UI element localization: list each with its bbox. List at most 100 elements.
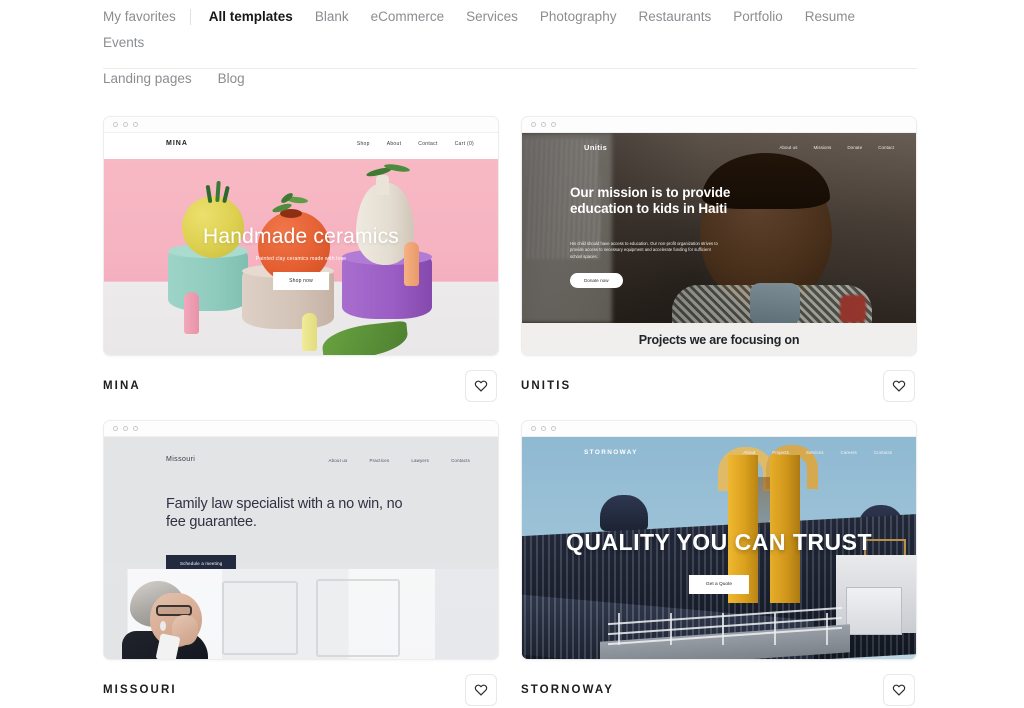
unitis-nav-contact: Contact xyxy=(878,145,894,150)
window-dots xyxy=(113,426,138,431)
tab-blog[interactable]: Blog xyxy=(218,66,245,92)
browser-chrome-bar xyxy=(522,117,916,133)
photo-white-building-detail xyxy=(846,587,902,635)
tab-blank[interactable]: Blank xyxy=(315,4,349,30)
tab-photography[interactable]: Photography xyxy=(540,4,617,30)
ceramic-lemon-stick xyxy=(302,313,317,351)
unitis-headline: Our mission is to provide education to k… xyxy=(570,185,731,216)
unitis-donate-button: Donate now xyxy=(570,273,623,288)
heart-outline-icon xyxy=(892,684,906,696)
window-dot-icon xyxy=(123,426,128,431)
mina-nav-about: About xyxy=(386,141,402,147)
category-tabs-row-2: Landing pages Blog xyxy=(103,66,917,92)
missouri-nav-about: About us xyxy=(328,458,348,463)
favorite-button-mina[interactable] xyxy=(465,370,497,402)
missouri-nav-links: About us Practices Lawyers Contacts xyxy=(329,458,470,463)
window-dot-icon xyxy=(133,426,138,431)
heart-outline-icon xyxy=(474,380,488,392)
tab-portfolio[interactable]: Portfolio xyxy=(733,4,783,30)
unitis-site-preview: Unitis About us Missions Donate Contact … xyxy=(522,133,916,355)
card-footer-unitis: UNITIS xyxy=(521,370,917,402)
window-dot-icon xyxy=(551,426,556,431)
window-dot-icon xyxy=(123,122,128,127)
template-name-missouri: MISSOURI xyxy=(103,684,177,696)
tab-divider xyxy=(189,9,191,25)
tab-restaurants[interactable]: Restaurants xyxy=(638,4,711,30)
template-thumbnail-unitis[interactable]: Unitis About us Missions Donate Contact … xyxy=(521,116,917,356)
photo-dark-overlay xyxy=(522,133,916,323)
mina-nav-cart: Cart (0) xyxy=(454,141,474,147)
window-dot-icon xyxy=(133,122,138,127)
stornoway-nav-careers: Careers xyxy=(840,450,857,455)
template-card-stornoway[interactable]: STORNOWAY About Projects Services Career… xyxy=(521,420,917,706)
mina-hero: Handmade ceramics Painted clay ceramics … xyxy=(104,159,498,355)
unitis-section-heading: Projects we are focusing on xyxy=(638,332,800,347)
tab-services[interactable]: Services xyxy=(466,4,518,30)
mina-subtext: Painted clay ceramics made with love xyxy=(255,256,347,262)
ceramic-pink-stick xyxy=(184,292,199,334)
favorite-button-unitis[interactable] xyxy=(883,370,915,402)
photo-walkway-railing xyxy=(608,606,842,647)
photo-vent-drum xyxy=(600,495,648,531)
tab-events[interactable]: Events xyxy=(103,30,144,56)
photo-wall-panel xyxy=(222,581,298,655)
window-dots xyxy=(531,426,556,431)
template-name-stornoway: STORNOWAY xyxy=(521,684,615,696)
missouri-nav-lawyers: Lawyers xyxy=(411,458,430,463)
tab-all-templates[interactable]: All templates xyxy=(209,4,293,30)
window-dot-icon xyxy=(531,426,536,431)
missouri-headline: Family law specialist with a no win, no … xyxy=(166,496,403,530)
tab-landing-pages[interactable]: Landing pages xyxy=(103,66,192,92)
mina-shop-now-button: Shop now xyxy=(273,272,329,290)
stornoway-site-preview: STORNOWAY About Projects Services Career… xyxy=(522,437,916,659)
stornoway-logo: STORNOWAY xyxy=(584,449,638,456)
template-name-unitis: UNITIS xyxy=(521,380,572,392)
mina-nav-links: Shop About Contact Cart (0) xyxy=(357,141,474,147)
heart-outline-icon xyxy=(474,684,488,696)
window-dot-icon xyxy=(113,426,118,431)
unitis-hero-photo xyxy=(522,133,916,323)
favorite-button-stornoway[interactable] xyxy=(883,674,915,706)
unitis-logo: Unitis xyxy=(584,143,608,152)
stornoway-nav-projects: Projects xyxy=(772,450,789,455)
stornoway-nav-services: Services xyxy=(805,450,824,455)
window-dot-icon xyxy=(541,122,546,127)
template-card-mina[interactable]: MINA Shop About Contact Cart (0) Handmad… xyxy=(103,116,499,402)
stornoway-nav-contacts: Contacts xyxy=(873,450,892,455)
window-dot-icon xyxy=(551,122,556,127)
missouri-nav-contacts: Contacts xyxy=(451,458,470,463)
tab-resume[interactable]: Resume xyxy=(805,4,855,30)
missouri-logo: Missouri xyxy=(166,456,196,463)
tab-ecommerce[interactable]: eCommerce xyxy=(371,4,445,30)
browser-chrome-bar xyxy=(104,421,498,437)
card-footer-missouri: MISSOURI xyxy=(103,674,499,706)
unitis-body-text: His child should have access to educatio… xyxy=(570,241,718,259)
stornoway-nav-about: About xyxy=(743,450,756,455)
browser-chrome-bar xyxy=(104,117,498,133)
template-thumbnail-mina[interactable]: MINA Shop About Contact Cart (0) Handmad… xyxy=(103,116,499,356)
photo-woman-earring xyxy=(160,621,166,631)
template-card-unitis[interactable]: Unitis About us Missions Donate Contact … xyxy=(521,116,917,402)
photo-wall-panel xyxy=(316,579,400,657)
favorite-button-missouri[interactable] xyxy=(465,674,497,706)
missouri-photo xyxy=(104,569,498,659)
category-tabs: My favorites All templates Blank eCommer… xyxy=(103,0,917,92)
template-thumbnail-missouri[interactable]: Missouri About us Practices Lawyers Cont… xyxy=(103,420,499,660)
heart-outline-icon xyxy=(892,380,906,392)
mina-logo: MINA xyxy=(166,140,188,147)
template-card-missouri[interactable]: Missouri About us Practices Lawyers Cont… xyxy=(103,420,499,706)
window-dots xyxy=(531,122,556,127)
template-thumbnail-stornoway[interactable]: STORNOWAY About Projects Services Career… xyxy=(521,420,917,660)
ceramic-vase-neck xyxy=(376,175,389,195)
stornoway-nav-links: About Projects Services Careers Contacts xyxy=(743,450,892,455)
tabs-divider-line xyxy=(103,68,917,69)
unitis-nav-donate: Donate xyxy=(847,145,863,150)
mina-nav-shop: Shop xyxy=(356,141,370,147)
template-name-mina: MINA xyxy=(103,380,141,392)
mina-nav: MINA Shop About Contact Cart (0) xyxy=(104,133,498,159)
unitis-nav-links: About us Missions Donate Contact xyxy=(779,145,894,150)
missouri-nav-practices: Practices xyxy=(369,458,390,463)
mina-site-preview: MINA Shop About Contact Cart (0) Handmad… xyxy=(104,133,498,355)
unitis-section-band: Projects we are focusing on xyxy=(522,323,916,355)
tab-my-favorites[interactable]: My favorites xyxy=(103,4,176,30)
